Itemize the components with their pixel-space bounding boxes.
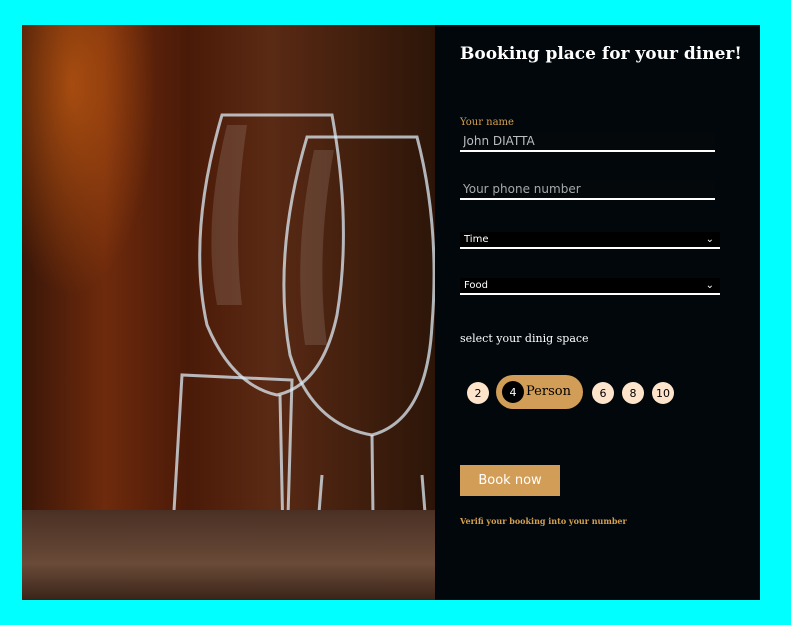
space-option-6[interactable]: 6 <box>592 382 614 404</box>
selected-person-label: Person <box>526 384 571 399</box>
booking-card: Booking place for your diner! Your name … <box>22 25 760 600</box>
table-surface <box>22 510 435 600</box>
space-option-8[interactable]: 8 <box>622 382 644 404</box>
time-select-value: Time <box>464 234 489 245</box>
verify-note: Verifi your booking into your number <box>460 516 627 526</box>
time-select[interactable]: Time ⌄ <box>460 232 720 249</box>
food-select[interactable]: Food ⌄ <box>460 278 720 295</box>
name-label: Your name <box>460 117 514 128</box>
phone-input[interactable] <box>460 180 715 200</box>
food-select-value: Food <box>464 280 488 291</box>
wine-glasses-photo <box>22 25 435 600</box>
space-option-4-selected[interactable]: 4 Person <box>496 375 583 409</box>
space-option-4-number: 4 <box>502 381 524 403</box>
dining-space-label: select your dinig space <box>460 332 589 345</box>
chevron-down-icon: ⌄ <box>705 280 714 291</box>
booking-form-panel: Booking place for your diner! Your name … <box>435 25 760 600</box>
book-now-button[interactable]: Book now <box>460 465 560 496</box>
chevron-down-icon: ⌄ <box>705 234 714 245</box>
space-option-2[interactable]: 2 <box>467 382 489 404</box>
name-input[interactable] <box>460 132 715 152</box>
form-title: Booking place for your diner! <box>460 44 742 64</box>
space-option-10[interactable]: 10 <box>652 382 674 404</box>
